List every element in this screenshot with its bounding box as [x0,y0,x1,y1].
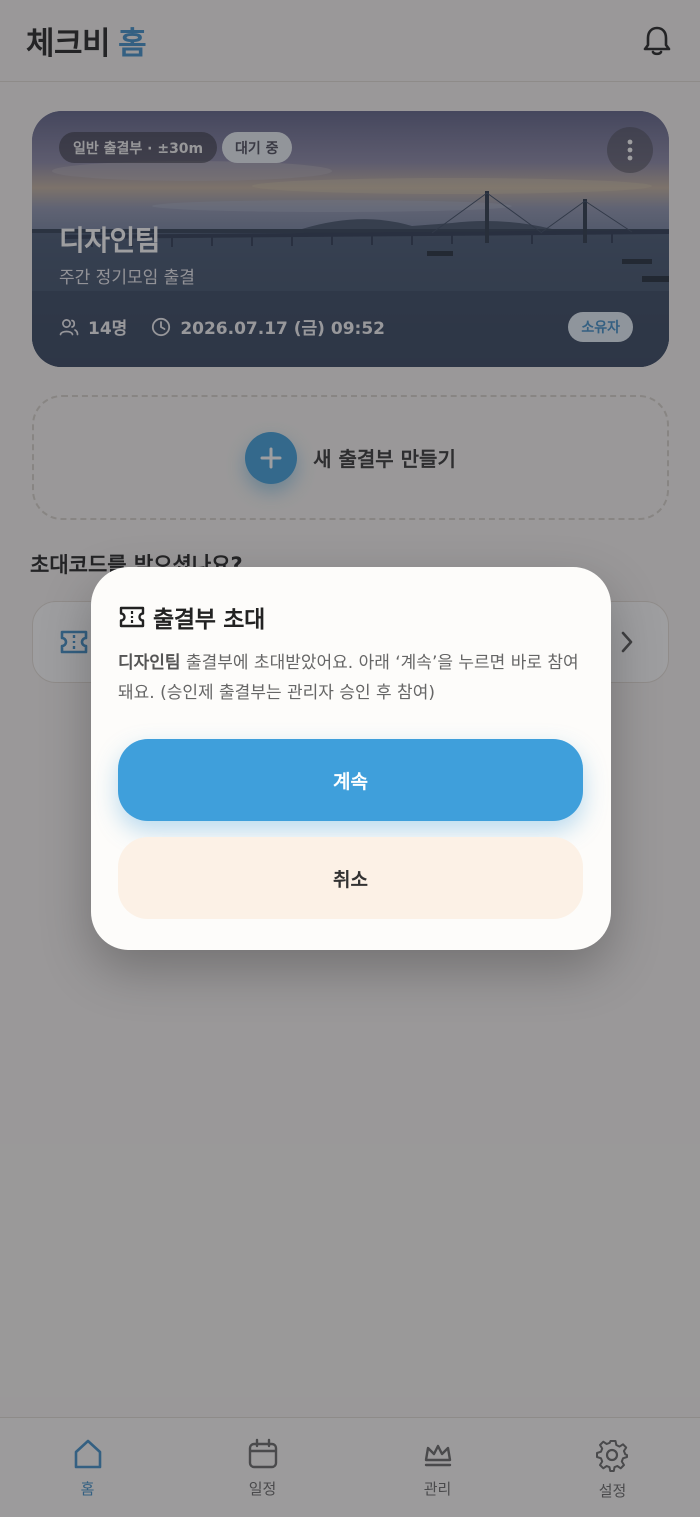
continue-button[interactable]: 계속 [118,739,583,821]
dialog-header: 출결부 초대 [119,600,265,634]
dialog-team-name: 디자인팀 [118,653,181,673]
app-root: 체크비 홈 일반 출결부 · ±30m 대기 중 디자인팀 주간 정기모임 출결… [0,0,700,1517]
ticket-icon [119,606,145,628]
dialog-title: 출결부 초대 [153,607,266,633]
invite-dialog: 출결부 초대 디자인팀 출결부에 초대받았어요. 아래 ‘계속’을 누르면 바로… [91,567,611,950]
dialog-message-text: 출결부에 초대받았어요. 아래 ‘계속’을 누르면 바로 참여돼요. (승인제 … [118,653,579,703]
cancel-button[interactable]: 취소 [118,837,583,919]
dialog-message: 디자인팀 출결부에 초대받았어요. 아래 ‘계속’을 누르면 바로 참여돼요. … [118,648,588,708]
